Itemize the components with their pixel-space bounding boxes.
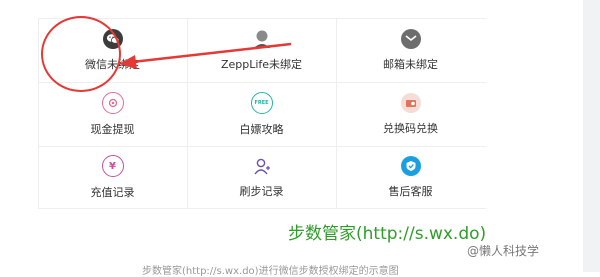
- redeem-code-icon: [400, 93, 421, 113]
- grid-item-label: 兑换码兑换: [383, 122, 438, 135]
- annotation-caption: 步数管家(http://s.wx.do): [288, 224, 487, 244]
- cash-withdraw-icon: [101, 92, 124, 114]
- grid-item-label: ZeppLife未绑定: [220, 58, 303, 71]
- yen-symbol: ¥: [109, 160, 116, 172]
- grid-item-email[interactable]: 邮箱未绑定: [336, 19, 485, 82]
- yen-recharge-icon: ¥: [101, 155, 124, 177]
- grid-item-free-guide[interactable]: FREE 白嫖攻略: [187, 83, 336, 146]
- free-icon: FREE: [250, 92, 273, 114]
- grid-item-label: 刷步记录: [239, 185, 284, 198]
- grid-item-zepplife[interactable]: ZeppLife未绑定: [187, 19, 336, 82]
- user-add-icon: [252, 156, 272, 176]
- zepp-avatar-icon: [252, 29, 272, 49]
- customer-service-icon: [400, 156, 421, 176]
- right-sidebar-strip: [583, 0, 600, 272]
- figure-caption: 步数管家(http://s.wx.do)进行微信步数授权绑定的示意图: [142, 266, 399, 277]
- grid-item-label: 邮箱未绑定: [383, 58, 438, 71]
- grid-item-redeem-code[interactable]: 兑换码兑换: [336, 83, 485, 146]
- grid-item-step-record[interactable]: 刷步记录: [187, 146, 336, 209]
- mail-icon: [400, 29, 421, 49]
- free-icon-text: FREE: [254, 100, 269, 106]
- grid-item-label: 现金提现: [90, 123, 135, 136]
- grid-item-label: 充值记录: [90, 186, 135, 199]
- grid-item-label: 白嫖攻略: [239, 123, 284, 136]
- grid-item-label: 售后客服: [388, 185, 433, 198]
- highlight-circle: [41, 16, 121, 92]
- author-watermark: @懒人科技学: [467, 242, 539, 259]
- grid-item-customer-service[interactable]: 售后客服: [336, 146, 485, 209]
- grid-item-cash-withdraw[interactable]: 现金提现: [38, 83, 187, 146]
- watermark-text: @懒人科技学: [467, 244, 540, 258]
- grid-item-recharge-record[interactable]: ¥ 充值记录: [38, 146, 187, 209]
